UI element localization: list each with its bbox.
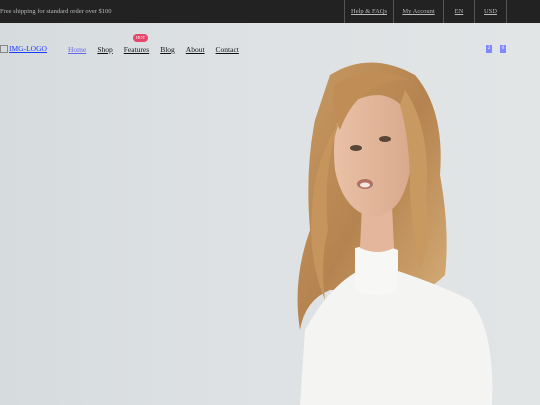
top-bar: Free shipping for standard order over $1… [0, 0, 540, 23]
cart-icon[interactable]: 0 [500, 45, 506, 53]
hot-badge: HOT [133, 34, 149, 42]
shipping-notice: Free shipping for standard order over $1… [0, 8, 112, 15]
my-account-link[interactable]: My Account [393, 0, 443, 23]
hero-banner [0, 23, 540, 405]
nav-shop[interactable]: Shop [97, 45, 112, 54]
nav-features[interactable]: Features [124, 45, 149, 54]
site-logo[interactable]: IMG-LOGO [0, 44, 47, 54]
nav-home[interactable]: Home [68, 45, 86, 54]
top-bar-links: Help & FAQs My Account EN USD [344, 0, 507, 23]
search-icon[interactable]: 2 [486, 45, 492, 53]
main-nav: Home Shop Features Blog About Contact [68, 45, 250, 54]
nav-blog[interactable]: Blog [160, 45, 175, 54]
broken-image-icon [0, 45, 8, 54]
help-faqs-link[interactable]: Help & FAQs [344, 0, 393, 23]
nav-about[interactable]: About [186, 45, 205, 54]
logo-alt-text: IMG-LOGO [9, 44, 47, 53]
hero-model-image [297, 62, 493, 405]
currency-select[interactable]: USD [474, 0, 507, 23]
nav-contact[interactable]: Contact [216, 45, 239, 54]
language-select[interactable]: EN [443, 0, 474, 23]
